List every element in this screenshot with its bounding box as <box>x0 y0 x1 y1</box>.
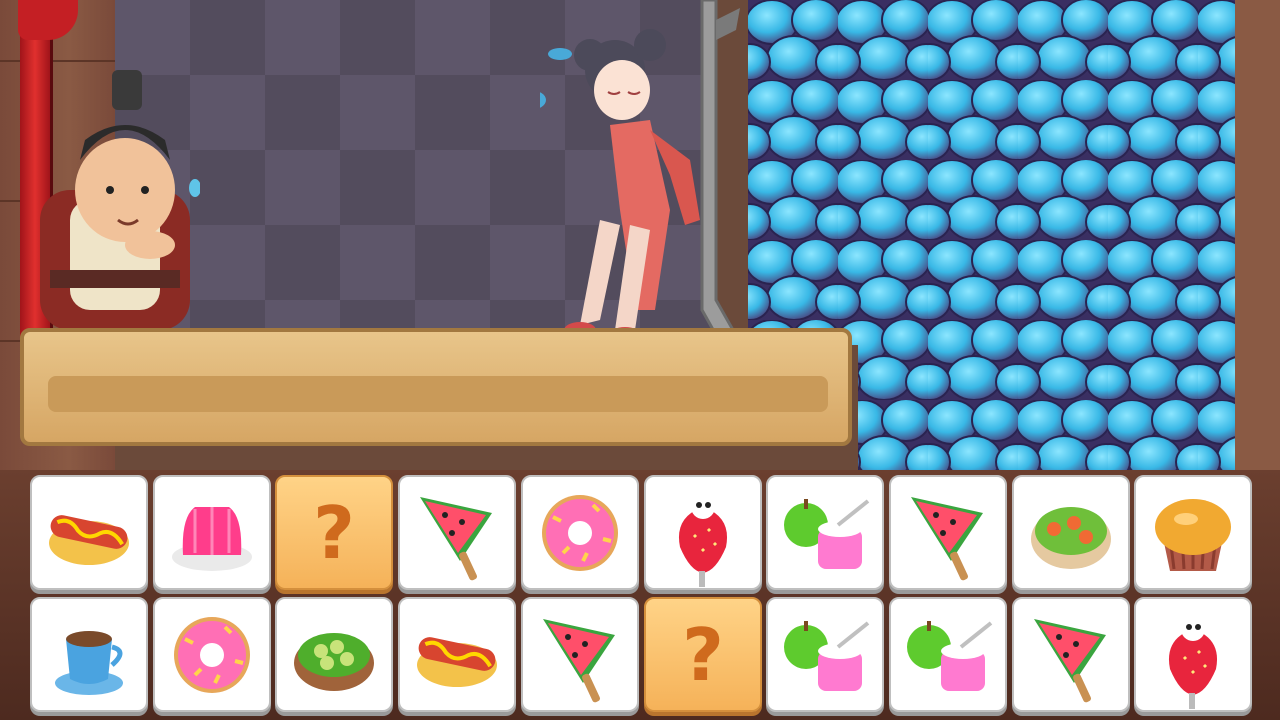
strawberry-candy-tile[interactable] <box>1134 597 1252 712</box>
question-mark-icon: ? <box>313 490 355 575</box>
muffin-icon <box>1155 499 1231 571</box>
apple-yogurt-tile[interactable] <box>766 597 884 712</box>
watermelon-popsicle-icon <box>1034 619 1106 703</box>
strawberry-candy-icon <box>678 495 728 587</box>
olive-bowl-tile[interactable] <box>275 597 393 712</box>
strawberry-candy-tile[interactable] <box>644 475 762 590</box>
right-wall <box>1230 0 1280 480</box>
jelly-tile[interactable] <box>153 475 271 590</box>
hotdog-icon <box>49 515 129 565</box>
apple-yogurt-icon <box>907 621 993 691</box>
girl-character <box>540 29 700 343</box>
strawberry-candy-icon <box>1168 617 1218 709</box>
apple-yogurt-tile[interactable] <box>766 475 884 590</box>
watermelon-popsicle-icon <box>911 497 983 581</box>
donut-icon <box>542 495 618 571</box>
hotdog-tile[interactable] <box>30 475 148 590</box>
coffee-tile[interactable] <box>30 597 148 712</box>
watermelon-popsicle-tile[interactable] <box>521 597 639 712</box>
watermelon-popsicle-icon <box>420 497 492 581</box>
apple-yogurt-icon <box>784 499 870 569</box>
watermelon-popsicle-tile[interactable] <box>889 475 1007 590</box>
hotdog-icon <box>417 637 497 687</box>
salad-bowl-tile[interactable] <box>1012 475 1130 590</box>
hotdog-tile[interactable] <box>398 597 516 712</box>
merchant-character <box>40 70 200 330</box>
salad-bowl-icon <box>1031 507 1111 569</box>
donut-tile[interactable] <box>153 597 271 712</box>
wooden-platform <box>20 328 852 446</box>
question-mark-icon: ? <box>682 612 724 697</box>
mystery-tile[interactable]: ? <box>644 597 762 712</box>
apple-yogurt-icon <box>784 621 870 691</box>
donut-icon <box>174 617 250 693</box>
watermelon-popsicle-tile[interactable] <box>1012 597 1130 712</box>
game-scene: ?? <box>0 0 1280 720</box>
coffee-icon <box>55 631 123 695</box>
apple-yogurt-tile[interactable] <box>889 597 1007 712</box>
donut-tile[interactable] <box>521 475 639 590</box>
watermelon-popsicle-tile[interactable] <box>398 475 516 590</box>
mystery-tile[interactable]: ? <box>275 475 393 590</box>
muffin-tile[interactable] <box>1134 475 1252 590</box>
watermelon-popsicle-icon <box>543 619 615 703</box>
jelly-icon <box>172 507 252 571</box>
olive-bowl-icon <box>294 633 374 691</box>
